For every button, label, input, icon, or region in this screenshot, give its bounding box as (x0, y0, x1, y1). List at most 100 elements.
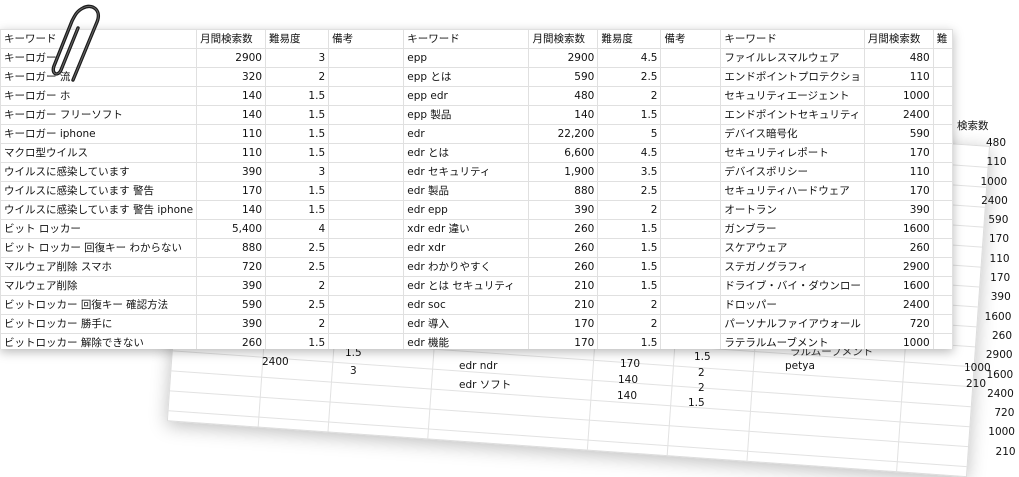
table-cell[interactable]: セキュリティエージェント (720, 86, 865, 106)
table-cell[interactable]: マルウェア削除 スマホ (0, 257, 198, 277)
table-cell[interactable]: 1.5 (264, 86, 330, 106)
table-cell[interactable] (660, 238, 722, 258)
table-cell[interactable]: 2 (264, 276, 330, 296)
table-cell[interactable]: 1600 (863, 276, 934, 296)
table-cell[interactable]: 880 (196, 238, 266, 258)
table-cell[interactable]: 4 (264, 219, 330, 239)
table-cell[interactable]: 1.5 (264, 181, 330, 201)
table-cell[interactable]: 110 (196, 124, 266, 144)
table-cell[interactable]: 260 (528, 257, 599, 277)
table-cell[interactable]: 590 (196, 295, 266, 315)
table-cell[interactable]: edr セキュリティ (403, 162, 530, 182)
table-cell[interactable]: 390 (863, 200, 934, 220)
table-cell[interactable]: エンドポイントプロテクショ (720, 67, 865, 87)
table-cell[interactable]: 170 (528, 333, 599, 349)
table-cell[interactable]: 590 (528, 67, 599, 87)
table-cell[interactable]: パーソナルファイアウォール (720, 314, 865, 334)
table-cell[interactable]: キーロガー フリーソフト (0, 105, 198, 125)
table-cell[interactable]: デバイスポリシー (720, 162, 865, 182)
column-header[interactable]: キーワード (720, 29, 865, 49)
table-cell[interactable]: 2 (597, 200, 662, 220)
table-cell[interactable]: マルウェア削除 (0, 276, 198, 296)
table-cell[interactable]: 3.5 (597, 162, 662, 182)
table-cell[interactable]: 1.5 (597, 276, 662, 296)
table-cell[interactable] (328, 48, 405, 68)
table-cell[interactable]: 170 (863, 143, 934, 163)
table-cell[interactable]: 1.5 (264, 333, 330, 349)
table-cell[interactable] (328, 238, 405, 258)
column-header[interactable]: 備考 (660, 29, 722, 49)
table-cell[interactable] (660, 124, 722, 144)
table-cell[interactable] (328, 67, 405, 87)
table-cell[interactable]: 390 (528, 200, 599, 220)
table-cell[interactable]: 1.5 (264, 200, 330, 220)
table-cell[interactable]: 390 (196, 162, 266, 182)
table-cell[interactable]: 480 (863, 48, 934, 68)
table-cell[interactable]: 210 (528, 295, 599, 315)
table-cell[interactable] (660, 86, 722, 106)
table-cell[interactable]: edr 機能 (403, 333, 530, 349)
table-cell[interactable] (328, 124, 405, 144)
table-cell[interactable]: マクロ型ウイルス (0, 143, 198, 163)
table-cell[interactable]: 260 (528, 238, 599, 258)
table-cell[interactable]: 2 (597, 295, 662, 315)
table-cell[interactable]: 22,200 (528, 124, 599, 144)
table-cell[interactable]: 3 (264, 162, 330, 182)
table-cell[interactable]: 1.5 (597, 333, 662, 349)
table-cell[interactable]: 320 (196, 67, 266, 87)
table-cell[interactable]: 1.5 (264, 124, 330, 144)
table-cell[interactable]: 260 (196, 333, 266, 349)
table-cell[interactable]: 140 (528, 105, 599, 125)
table-cell[interactable]: 3 (264, 48, 330, 68)
table-cell[interactable]: 1.5 (264, 105, 330, 125)
table-cell[interactable]: 1.5 (597, 105, 662, 125)
table-cell[interactable]: epp (403, 48, 530, 68)
column-header[interactable]: 難 (932, 29, 953, 49)
table-cell[interactable]: 2 (264, 314, 330, 334)
table-cell[interactable]: xdr edr 違い (403, 219, 530, 239)
table-cell[interactable]: 2900 (863, 257, 934, 277)
table-cell[interactable] (660, 333, 722, 349)
table-cell[interactable] (660, 314, 722, 334)
table-cell[interactable] (660, 48, 722, 68)
table-cell[interactable]: 6,600 (528, 143, 599, 163)
column-header[interactable]: 備考 (328, 29, 405, 49)
table-cell[interactable] (660, 276, 722, 296)
table-cell[interactable]: epp とは (403, 67, 530, 87)
table-cell[interactable]: ウイルスに感染しています 警告 iphone (0, 200, 198, 220)
table-cell[interactable] (328, 314, 405, 334)
table-cell[interactable] (932, 86, 953, 106)
column-header[interactable]: 月間検索数 (863, 29, 934, 49)
table-cell[interactable]: 1000 (863, 333, 934, 349)
table-cell[interactable]: 880 (528, 181, 599, 201)
table-cell[interactable]: epp edr (403, 86, 530, 106)
table-cell[interactable] (328, 105, 405, 125)
table-cell[interactable]: 720 (863, 314, 934, 334)
table-cell[interactable]: 1000 (863, 86, 934, 106)
table-cell[interactable]: 2400 (863, 105, 934, 125)
table-cell[interactable] (932, 219, 953, 239)
table-cell[interactable]: 1.5 (597, 257, 662, 277)
table-cell[interactable] (660, 200, 722, 220)
table-cell[interactable] (660, 295, 722, 315)
table-cell[interactable]: 5 (597, 124, 662, 144)
table-cell[interactable] (660, 257, 722, 277)
table-cell[interactable]: ステガノグラフィ (720, 257, 865, 277)
table-cell[interactable]: ドライブ・バイ・ダウンロー (720, 276, 865, 296)
table-cell[interactable]: 2.5 (264, 238, 330, 258)
table-cell[interactable]: edr (403, 124, 530, 144)
table-cell[interactable]: 170 (863, 181, 934, 201)
table-cell[interactable]: 2900 (196, 48, 266, 68)
table-cell[interactable]: epp 製品 (403, 105, 530, 125)
table-cell[interactable]: 390 (196, 314, 266, 334)
table-cell[interactable] (328, 200, 405, 220)
table-cell[interactable]: セキュリティレポート (720, 143, 865, 163)
table-cell[interactable]: ビット ロッカー (0, 219, 198, 239)
table-cell[interactable] (932, 295, 953, 315)
table-cell[interactable] (932, 124, 953, 144)
table-cell[interactable]: 1.5 (597, 219, 662, 239)
table-cell[interactable]: edr とは セキュリティ (403, 276, 530, 296)
table-cell[interactable]: 1.5 (597, 238, 662, 258)
table-cell[interactable] (932, 48, 953, 68)
table-cell[interactable]: 2900 (528, 48, 599, 68)
